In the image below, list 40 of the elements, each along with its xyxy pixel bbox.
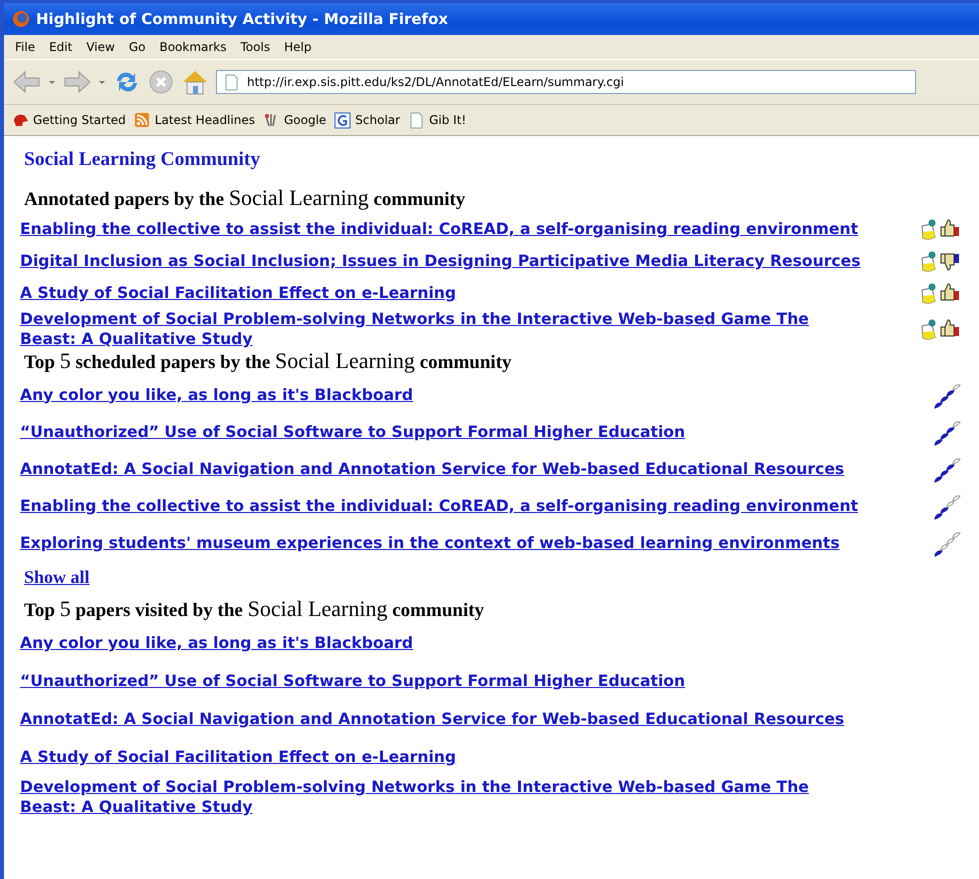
paper-link[interactable]: A Study of Social Facilitation Effect on e-Learning <box>20 747 456 767</box>
page-icon <box>223 74 239 90</box>
paper-link[interactable]: “Unauthorized” Use of Social Software to Support Formal Higher Education <box>20 671 686 691</box>
paper-link[interactable]: Exploring students' museum experiences in the context of web-based learning environments <box>20 532 840 552</box>
page-title: Social Learning Community <box>24 148 262 172</box>
show-all-link[interactable]: Show all <box>24 567 90 587</box>
section-heading: Top 5 scheduled papers by the Social Learning community <box>24 349 513 375</box>
paper-link[interactable]: “Unauthorized” Use of Social Software to Support Formal Higher Education <box>20 422 686 442</box>
feed-icon <box>134 112 151 128</box>
forward-icon <box>62 69 92 95</box>
menu-item[interactable]: View <box>85 38 116 56</box>
paper-link[interactable]: Enabling the collective to assist the individual: CoREAD, a self-organising reading environment <box>20 496 858 516</box>
menu-item[interactable]: File <box>14 38 36 56</box>
bookmark-link[interactable]: Getting Started <box>33 113 126 127</box>
back-icon <box>12 69 42 95</box>
paper-link[interactable]: AnnotatEd: A Social Navigation and Annotation Service for Web-based Educational Resources <box>20 709 844 729</box>
paper-link[interactable]: AnnotatEd: A Social Navigation and Annotation Service for Web-based Educational Resources <box>20 458 844 478</box>
paper-link[interactable]: Enabling the collective to assist the individual: CoREAD, a self-organising reading environment <box>20 219 858 239</box>
menu-item[interactable]: Bookmarks <box>158 38 228 56</box>
bookmark-link[interactable]: Google <box>284 113 326 127</box>
bookmark-link[interactable]: Scholar <box>355 113 400 127</box>
menu-item[interactable]: Go <box>128 38 146 56</box>
menu-item[interactable]: Tools <box>240 38 272 56</box>
section-heading: Annotated papers by the Social Learning community <box>24 186 466 212</box>
paper-link[interactable]: Development of Social Problem-solving Networks in the Interactive Web-based Game The Beast: A Qualitative Study <box>20 309 870 349</box>
window-title: Highlight of Community Activity - Mozilla Firefox <box>36 10 448 28</box>
address-field[interactable]: http://ir.exp.sis.pitt.edu/ks2/DL/AnnotatEd/ELearn/summary.cgi <box>216 70 916 94</box>
paper-link[interactable]: Development of Social Problem-solving Networks in the Interactive Web-based Game The Beast: A Qualitative Study <box>20 777 870 817</box>
menu-item[interactable]: Edit <box>48 38 74 56</box>
paper-link[interactable]: Digital Inclusion as Social Inclusion; Issues in Designing Participative Media Literacy Resources <box>20 251 861 271</box>
page-icon <box>408 112 426 128</box>
paper-link[interactable]: Any color you like, as long as it's Blackboard <box>20 384 413 404</box>
paper-link[interactable]: A Study of Social Facilitation Effect on e-Learning <box>20 283 456 303</box>
letter-g-icon <box>334 112 352 128</box>
menu-item[interactable]: Help <box>283 38 312 56</box>
paper-link[interactable]: Any color you like, as long as it's Blackboard <box>20 633 413 653</box>
stop-icon <box>148 69 174 95</box>
bookmark-link[interactable]: Latest Headlines <box>154 113 255 127</box>
bookmark-link[interactable]: Gib It! <box>429 113 466 127</box>
section-heading: Top 5 papers visited by the Social Learning community <box>24 597 486 623</box>
